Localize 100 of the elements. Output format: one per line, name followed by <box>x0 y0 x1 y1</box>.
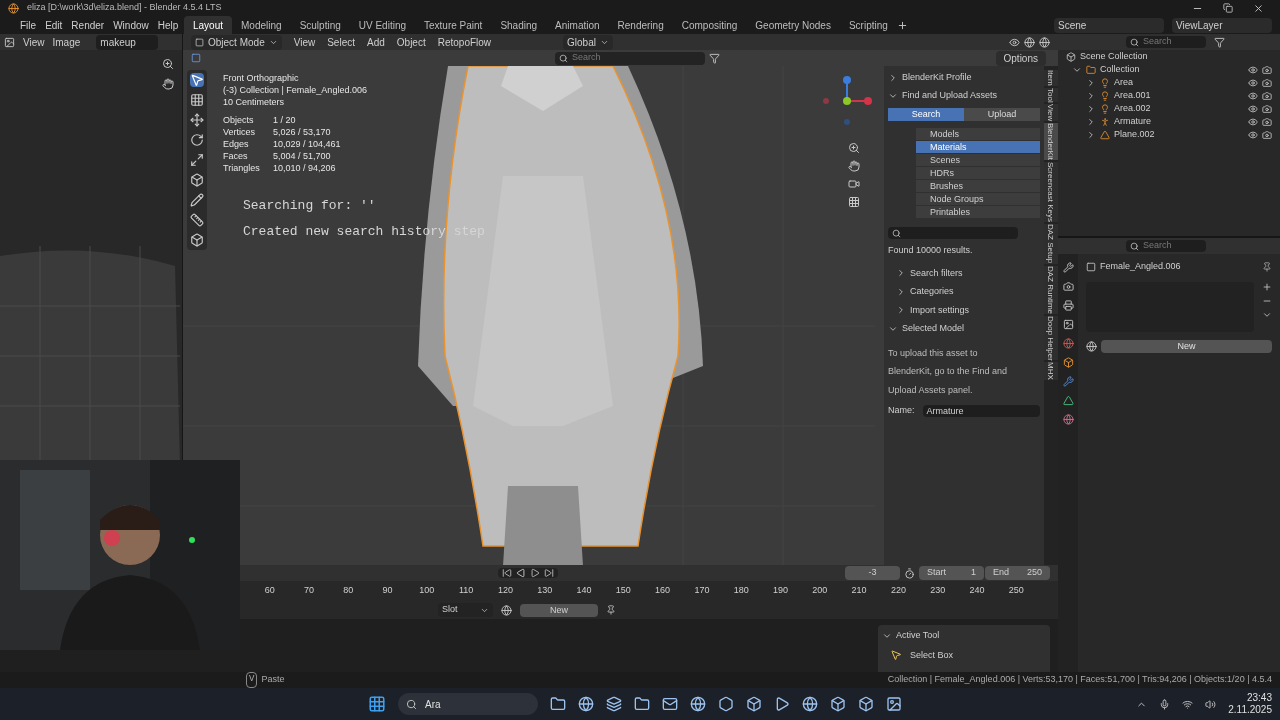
scale-tool-icon[interactable] <box>190 153 204 167</box>
chevron-icon[interactable] <box>896 268 906 279</box>
menu-item[interactable]: RetopoFlow <box>437 34 492 50</box>
chevron-icon[interactable] <box>896 305 906 316</box>
chevron-icon[interactable] <box>1086 90 1096 101</box>
taskbar-app-icon[interactable] <box>634 696 650 712</box>
taskbar-app-icon[interactable] <box>774 696 790 712</box>
zoom-icon[interactable] <box>848 142 860 154</box>
chevron-icon[interactable] <box>1086 103 1096 114</box>
grid-icon[interactable] <box>848 196 860 208</box>
chevron-icon[interactable] <box>896 286 906 297</box>
filter-icon[interactable] <box>709 52 720 64</box>
view-layer-tab-icon[interactable] <box>1062 319 1074 330</box>
eye-icon[interactable] <box>1248 103 1258 114</box>
camera-icon[interactable] <box>1262 116 1272 127</box>
world-tab-icon[interactable] <box>1062 338 1074 349</box>
subpanel-header[interactable]: Import settings <box>888 303 1040 317</box>
menu-item[interactable]: Render <box>71 17 105 33</box>
eye-icon[interactable] <box>1248 116 1258 127</box>
jump-end-icon[interactable] <box>544 568 554 578</box>
outliner-item[interactable]: Scene Collection <box>1080 49 1148 64</box>
workspace-tab[interactable]: Modeling <box>232 16 291 34</box>
taskbar-app-icon[interactable] <box>690 696 706 712</box>
sidebar-tab[interactable]: BlenderKit <box>1044 123 1058 161</box>
mode-tab[interactable]: Upload <box>964 108 1040 121</box>
sidebar-tab[interactable]: View <box>1044 104 1058 122</box>
menu-item[interactable]: Add <box>367 34 385 50</box>
outliner-item[interactable]: Area.002 <box>1114 101 1151 116</box>
rotate-tool-icon[interactable] <box>190 133 204 147</box>
taskbar-app-icon[interactable] <box>662 696 678 712</box>
zoom-icon[interactable] <box>162 58 174 70</box>
taskbar-search-field[interactable]: Ara <box>398 693 538 715</box>
camera-icon[interactable] <box>848 178 860 190</box>
material-icon[interactable] <box>1086 340 1097 352</box>
sidebar-tab[interactable]: DAZ Setup <box>1044 224 1058 264</box>
menu-item[interactable]: Help <box>157 17 179 33</box>
workspace-tab[interactable]: UV Editing <box>349 16 415 34</box>
name-field[interactable]: Armature <box>922 404 1040 417</box>
sidebar-tab[interactable]: MHX <box>1044 362 1058 381</box>
asset-type-item[interactable]: Printables <box>916 206 1040 218</box>
mode-selector[interactable]: Object Mode <box>191 34 282 50</box>
render-tab-icon[interactable] <box>1062 281 1074 292</box>
outliner-search-field[interactable]: Search <box>1126 36 1206 48</box>
scene-selector[interactable]: Scene <box>1054 17 1164 33</box>
pin-icon[interactable] <box>1262 261 1272 272</box>
outliner-item[interactable]: Area.001 <box>1114 88 1151 103</box>
visibility-icon[interactable] <box>1009 36 1020 48</box>
eye-icon[interactable] <box>1248 64 1258 75</box>
menu-item[interactable]: Edit <box>45 17 63 33</box>
select-box-icon[interactable] <box>890 649 902 662</box>
play-icon[interactable] <box>530 568 540 578</box>
play-reverse-icon[interactable] <box>516 568 526 578</box>
chevron-icon[interactable] <box>888 72 898 83</box>
end-frame-field[interactable]: End 250 <box>985 566 1050 580</box>
start-icon[interactable] <box>368 695 386 713</box>
workspace-tab[interactable]: Shading <box>491 16 547 34</box>
current-frame-field[interactable]: -3 <box>845 566 900 580</box>
filter-icon[interactable] <box>1214 36 1225 48</box>
eye-icon[interactable] <box>1248 77 1258 88</box>
taskbar-app-icon[interactable] <box>886 696 902 712</box>
asset-type-item[interactable]: Node Groups <box>916 193 1040 205</box>
asset-search-field[interactable] <box>888 227 1018 239</box>
image-name-field[interactable]: makeup <box>96 34 159 50</box>
camera-icon[interactable] <box>1262 64 1272 75</box>
menu-item[interactable]: File <box>20 17 37 33</box>
new-material-button[interactable]: New <box>1101 339 1272 353</box>
workspace-tab[interactable]: Texture Paint <box>415 16 492 34</box>
asset-type-item[interactable]: HDRs <box>916 167 1040 179</box>
hand-icon[interactable] <box>162 78 174 90</box>
hand-icon[interactable] <box>848 160 860 172</box>
sidebar-tab[interactable]: Tool <box>1044 87 1058 103</box>
modifier-tab-icon[interactable] <box>1062 376 1074 387</box>
add-cube-tool-icon[interactable] <box>190 233 204 247</box>
menu-item[interactable]: Object <box>396 34 426 50</box>
new-material-button[interactable]: New <box>520 603 598 617</box>
jump-start-icon[interactable] <box>502 568 512 578</box>
mode-tab[interactable]: Search <box>888 108 964 121</box>
workspace-tab[interactable]: Rendering <box>608 16 673 34</box>
taskbar-app-icon[interactable] <box>858 696 874 712</box>
outliner-item[interactable]: Area <box>1114 75 1133 90</box>
taskbar-app-icon[interactable] <box>550 696 566 712</box>
transform-tool-icon[interactable] <box>190 173 204 187</box>
add-workspace-icon[interactable] <box>896 19 908 31</box>
chevron-icon[interactable] <box>1086 77 1096 88</box>
workspace-tab[interactable]: Geometry Nodes <box>746 16 840 34</box>
sidebar-tab[interactable]: Screencast Keys <box>1044 162 1058 223</box>
asset-type-item[interactable]: Brushes <box>916 180 1040 192</box>
panel-header[interactable]: Find and Upload Assets <box>888 88 1040 103</box>
close-icon[interactable] <box>1253 2 1264 14</box>
subpanel-header[interactable]: Categories <box>888 285 1040 299</box>
menu-item[interactable]: View <box>23 34 45 50</box>
annotate-tool-icon[interactable] <box>190 193 204 207</box>
outliner-item[interactable]: Plane.002 <box>1114 127 1155 142</box>
camera-icon[interactable] <box>1262 103 1272 114</box>
chevron-icon[interactable] <box>1086 129 1096 140</box>
menu-item[interactable]: Image <box>52 34 81 50</box>
restore-icon[interactable] <box>1223 3 1233 13</box>
slot-selector[interactable]: Slot <box>438 603 493 617</box>
move-tool-icon[interactable] <box>190 113 204 127</box>
workspace-tab[interactable]: Animation <box>546 16 609 34</box>
